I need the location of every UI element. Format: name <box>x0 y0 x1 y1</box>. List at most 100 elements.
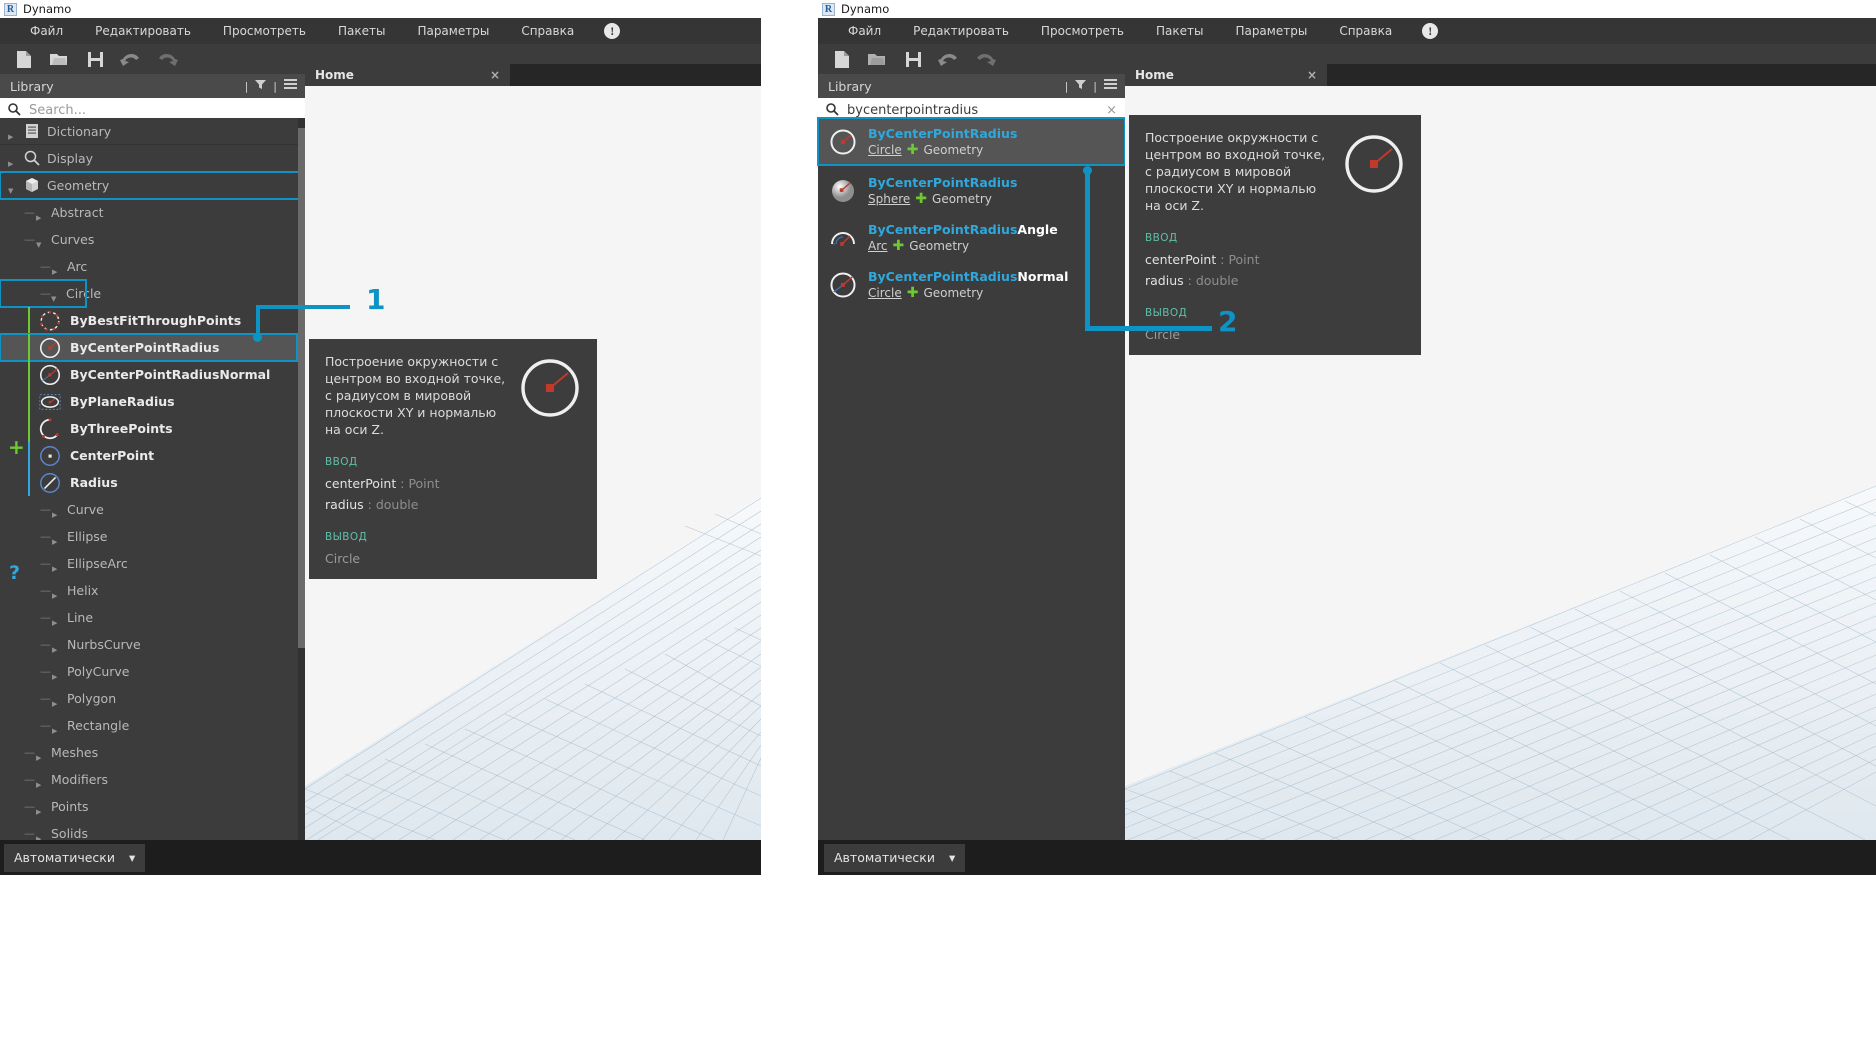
chevron-right-icon[interactable] <box>52 505 61 514</box>
open-folder-icon[interactable] <box>44 46 74 72</box>
search-result-item[interactable]: ByCenterPointRadius Sphere ✚ Geometry <box>818 167 1125 214</box>
chevron-right-icon[interactable] <box>8 154 17 163</box>
tree-node-ellipse[interactable]: — Ellipse <box>0 523 305 550</box>
tree-node-arc[interactable]: — Arc <box>0 253 305 280</box>
chevron-right-icon[interactable] <box>8 127 17 136</box>
tree-node-rectangle[interactable]: — Rectangle <box>0 712 305 739</box>
tree-category-geometry[interactable]: Geometry <box>0 172 305 199</box>
chevron-right-icon[interactable] <box>52 613 61 622</box>
list-icon[interactable] <box>284 79 297 93</box>
new-file-icon[interactable] <box>8 46 38 72</box>
menu-item-edit[interactable]: Редактировать <box>897 20 1025 42</box>
tree-node-polycurve[interactable]: — PolyCurve <box>0 658 305 685</box>
run-mode-dropdown[interactable]: Автоматически ▾ <box>4 844 145 872</box>
menu-item-view[interactable]: Просмотреть <box>1025 20 1140 42</box>
new-file-icon[interactable] <box>826 46 856 72</box>
chevron-right-icon[interactable] <box>52 262 61 271</box>
library-member-byplaneradius[interactable]: ByPlaneRadius <box>0 388 305 415</box>
tree-node-line[interactable]: — Line <box>0 604 305 631</box>
run-mode-dropdown[interactable]: Автоматически ▾ <box>824 844 965 872</box>
save-icon[interactable] <box>898 46 928 72</box>
chevron-right-icon[interactable] <box>36 748 45 757</box>
tree-scrollbar[interactable] <box>298 118 305 840</box>
tree-node-label: Arc <box>67 259 87 274</box>
chevron-right-icon[interactable] <box>52 559 61 568</box>
open-folder-icon[interactable] <box>862 46 892 72</box>
warning-icon[interactable]: ! <box>604 23 620 39</box>
filter-icon[interactable] <box>255 79 266 93</box>
menu-item-packages[interactable]: Пакеты <box>322 20 401 42</box>
tree-node-helix[interactable]: — Helix <box>0 577 305 604</box>
library-member-bycenterpointradiusnormal[interactable]: ByCenterPointRadiusNormal <box>0 361 305 388</box>
menu-item-help[interactable]: Справка <box>505 20 590 42</box>
library-member-centerpoint[interactable]: CenterPoint <box>0 442 305 469</box>
close-icon[interactable]: × <box>1307 68 1317 82</box>
library-tree-left[interactable]: Dictionary Display Geometry — Abstract —… <box>0 118 305 840</box>
tree-node-ellipsearc[interactable]: — EllipseArc <box>0 550 305 577</box>
tree-node-polygon[interactable]: — Polygon <box>0 685 305 712</box>
search-input[interactable]: bycenterpointradius <box>847 103 1098 118</box>
search-result-item[interactable]: ByCenterPointRadius Circle ✚ Geometry <box>818 118 1125 165</box>
search-input[interactable]: Search... <box>29 103 297 118</box>
chevron-right-icon[interactable] <box>36 829 45 838</box>
save-icon[interactable] <box>80 46 110 72</box>
result-category[interactable]: Circle <box>868 286 902 300</box>
tree-node-points[interactable]: — Points <box>0 793 305 820</box>
tree-category-dictionary[interactable]: Dictionary <box>0 118 305 145</box>
result-category[interactable]: Circle <box>868 143 902 157</box>
menu-item-file[interactable]: Файл <box>832 20 897 42</box>
chevron-right-icon[interactable] <box>36 775 45 784</box>
menu-item-settings[interactable]: Параметры <box>1219 20 1323 42</box>
tab-home[interactable]: Home × <box>305 64 510 86</box>
menu-item-view[interactable]: Просмотреть <box>207 20 322 42</box>
menu-item-edit[interactable]: Редактировать <box>79 20 207 42</box>
chevron-right-icon[interactable] <box>36 208 45 217</box>
tree-node-circle[interactable]: — Circle <box>0 280 86 307</box>
tree-node-curve[interactable]: — Curve <box>0 496 305 523</box>
undo-icon[interactable] <box>116 46 146 72</box>
tree-scrollbar-thumb[interactable] <box>298 128 305 648</box>
clear-search-icon[interactable]: × <box>1106 103 1117 118</box>
search-result-item[interactable]: ByCenterPointRadiusAngle Arc ✚ Geometry <box>818 214 1125 261</box>
circle-dotted-icon <box>38 309 62 333</box>
chevron-right-icon[interactable] <box>52 532 61 541</box>
library-member-bythreepoints[interactable]: ByThreePoints <box>0 415 305 442</box>
chevron-down-icon[interactable] <box>36 235 45 244</box>
chevron-right-icon[interactable] <box>52 586 61 595</box>
chevron-right-icon[interactable] <box>52 667 61 676</box>
menu-item-packages[interactable]: Пакеты <box>1140 20 1219 42</box>
menu-item-file[interactable]: Файл <box>14 20 79 42</box>
tree-node-meshes[interactable]: — Meshes <box>0 739 305 766</box>
filter-icon[interactable] <box>1075 79 1086 93</box>
tree-node-solids[interactable]: — Solids <box>0 820 305 840</box>
group-accent-bar <box>28 334 30 361</box>
chevron-down-icon[interactable] <box>8 181 17 190</box>
close-icon[interactable]: × <box>490 68 500 82</box>
tree-node-abstract[interactable]: — Abstract <box>0 199 305 226</box>
tree-node-modifiers[interactable]: — Modifiers <box>0 766 305 793</box>
list-icon[interactable] <box>1104 79 1117 93</box>
result-category[interactable]: Arc <box>868 239 887 253</box>
result-category[interactable]: Sphere <box>868 192 910 206</box>
undo-icon[interactable] <box>934 46 964 72</box>
redo-icon[interactable] <box>970 46 1000 72</box>
chevron-down-icon[interactable] <box>51 289 60 298</box>
chevron-right-icon[interactable] <box>36 802 45 811</box>
chevron-down-icon[interactable]: ▾ <box>949 850 955 865</box>
chevron-right-icon[interactable] <box>52 721 61 730</box>
chevron-right-icon[interactable] <box>52 694 61 703</box>
library-member-radius[interactable]: Radius <box>0 469 305 496</box>
menu-item-help[interactable]: Справка <box>1323 20 1408 42</box>
menu-item-settings[interactable]: Параметры <box>401 20 505 42</box>
warning-icon[interactable]: ! <box>1422 23 1438 39</box>
search-result-item[interactable]: ByCenterPointRadiusNormal Circle ✚ Geome… <box>818 261 1125 308</box>
tree-category-display[interactable]: Display <box>0 145 305 172</box>
tree-node-curves[interactable]: — Curves <box>0 226 305 253</box>
redo-icon[interactable] <box>152 46 182 72</box>
search-results-list[interactable]: ByCenterPointRadius Circle ✚ Geometry By… <box>818 118 1125 840</box>
tooltip-input-radius: radius : double <box>325 496 581 513</box>
chevron-down-icon[interactable]: ▾ <box>129 850 135 865</box>
tab-home[interactable]: Home × <box>1125 64 1327 86</box>
tree-node-nurbscurve[interactable]: — NurbsCurve <box>0 631 305 658</box>
chevron-right-icon[interactable] <box>52 640 61 649</box>
